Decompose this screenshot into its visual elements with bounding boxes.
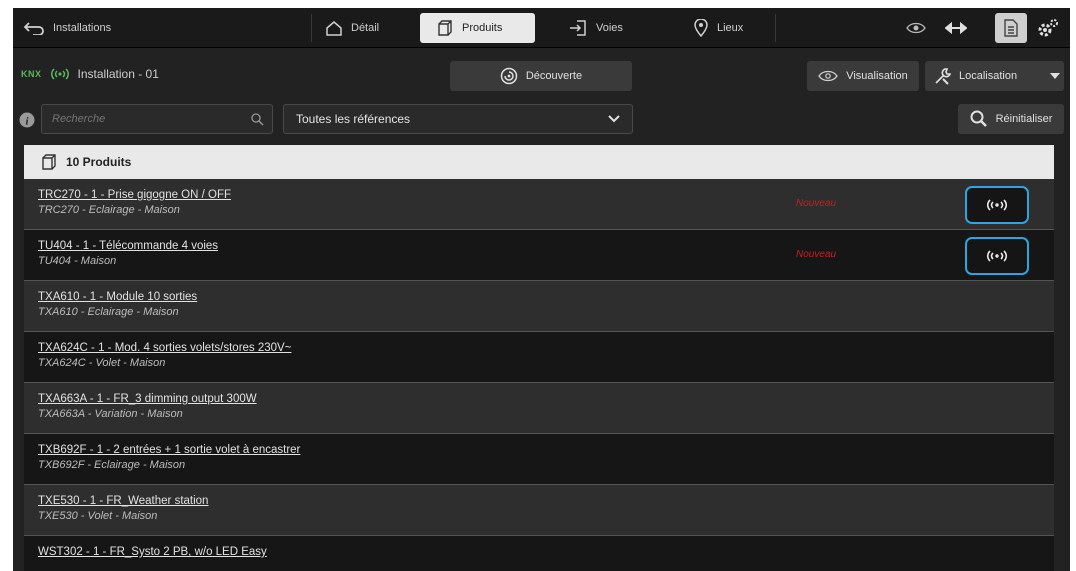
- tab-lieux-label: Lieux: [717, 22, 744, 34]
- localisation-dropdown[interactable]: Localisation: [925, 61, 1064, 91]
- product-subtitle: TXA624C - Volet - Maison: [38, 357, 166, 369]
- visibility-toggle-button[interactable]: [906, 13, 926, 43]
- tools-icon: [935, 68, 951, 85]
- reference-select-value: Toutes les références: [296, 112, 411, 126]
- rf-pair-button[interactable]: [965, 237, 1029, 275]
- discovery-icon: [500, 67, 518, 85]
- list-item[interactable]: WST302 - 1 - FR_Systo 2 PB, w/o LED Easy: [24, 536, 1054, 571]
- product-subtitle: TXE530 - Volet - Maison: [38, 510, 158, 522]
- product-list: TRC270 - 1 - Prise gigogne ON / OFF TRC27…: [24, 179, 1054, 571]
- product-title-link[interactable]: TXA624C - 1 - Mod. 4 sorties volets/stor…: [38, 342, 1040, 354]
- chevron-down-icon: [608, 115, 620, 123]
- divider: [775, 14, 776, 42]
- tab-produits[interactable]: Produits: [420, 13, 535, 43]
- eye-icon: [906, 22, 926, 34]
- box-icon: [42, 154, 56, 170]
- tab-detail-label: Détail: [351, 22, 380, 34]
- list-item[interactable]: TXA663A - 1 - FR_3 dimming output 300W TX…: [24, 383, 1054, 434]
- back-label: Installations: [53, 22, 112, 34]
- radio-signal-icon: [986, 250, 1008, 262]
- document-icon: [1004, 19, 1018, 37]
- list-item[interactable]: TRC270 - 1 - Prise gigogne ON / OFF TRC27…: [24, 179, 1054, 230]
- product-title-link[interactable]: TU404 - 1 - Télécommande 4 voies: [38, 240, 1040, 252]
- exit-icon: [570, 20, 586, 36]
- search-input[interactable]: [42, 105, 242, 133]
- installation-header: KNX Installation - 01 Découverte Visuali…: [13, 49, 1070, 102]
- search-icon[interactable]: [251, 113, 264, 126]
- divider: [311, 14, 312, 42]
- tab-voies[interactable]: Voies: [568, 13, 623, 43]
- product-subtitle: TU404 - Maison: [38, 255, 117, 267]
- tab-produits-label: Produits: [462, 22, 503, 34]
- new-badge: Nouveau: [796, 198, 837, 209]
- top-toolbar: Installations Détail Produits Voies Lieu…: [13, 8, 1070, 48]
- box-icon: [438, 20, 452, 36]
- list-item[interactable]: TXB692F - 1 - 2 entrées + 1 sortie volet…: [24, 434, 1054, 485]
- tab-voies-label: Voies: [596, 22, 623, 34]
- product-subtitle: TRC270 - Eclairage - Maison: [38, 204, 180, 216]
- visualisation-button[interactable]: Visualisation: [807, 61, 919, 91]
- home-icon: [326, 21, 342, 36]
- eye-icon: [818, 70, 839, 82]
- tab-detail[interactable]: Détail: [325, 13, 379, 43]
- location-pin-icon: [694, 19, 708, 37]
- discovery-button[interactable]: Découverte: [450, 61, 632, 91]
- visualisation-label: Visualisation: [846, 70, 908, 82]
- search-icon: [970, 110, 987, 127]
- info-icon[interactable]: i: [19, 112, 35, 128]
- new-badge: Nouveau: [796, 249, 837, 260]
- product-title-link[interactable]: TXA663A - 1 - FR_3 dimming output 300W: [38, 393, 1040, 405]
- back-to-installations-button[interactable]: Installations: [23, 13, 111, 43]
- discovery-label: Découverte: [525, 70, 583, 82]
- swap-arrows-icon: [945, 22, 967, 34]
- tab-lieux[interactable]: Lieux: [693, 13, 743, 43]
- reference-select[interactable]: Toutes les références: [283, 104, 633, 134]
- product-title-link[interactable]: TXA610 - 1 - Module 10 sorties: [38, 291, 1040, 303]
- search-box: [41, 104, 273, 134]
- product-title-link[interactable]: TXB692F - 1 - 2 entrées + 1 sortie volet…: [38, 444, 1040, 456]
- installation-info: KNX Installation - 01: [21, 67, 159, 81]
- product-title-link[interactable]: TXE530 - 1 - FR_Weather station: [38, 495, 1040, 507]
- caret-down-icon: [1050, 73, 1060, 79]
- product-count: 10 Produits: [66, 155, 132, 169]
- radio-signal-icon: [986, 199, 1008, 211]
- radio-signal-icon: [50, 68, 69, 80]
- list-item[interactable]: TXA624C - 1 - Mod. 4 sorties volets/stor…: [24, 332, 1054, 383]
- knx-logo: KNX: [21, 69, 42, 79]
- product-title-link[interactable]: TRC270 - 1 - Prise gigogne ON / OFF: [38, 189, 1040, 201]
- installation-name: Installation - 01: [77, 67, 159, 81]
- list-item[interactable]: TXA610 - 1 - Module 10 sorties TXA610 - E…: [24, 281, 1054, 332]
- settings-gears-icon: [1038, 19, 1058, 37]
- list-item[interactable]: TXE530 - 1 - FR_Weather station TXE530 - …: [24, 485, 1054, 536]
- filter-bar: i Toutes les références Réinitialiser: [13, 102, 1070, 142]
- app-window: Installations Détail Produits Voies Lieu…: [13, 8, 1070, 571]
- product-subtitle: TXB692F - Eclairage - Maison: [38, 459, 186, 471]
- product-subtitle: TXA610 - Eclairage - Maison: [38, 306, 179, 318]
- product-title-link[interactable]: WST302 - 1 - FR_Systo 2 PB, w/o LED Easy: [38, 546, 1040, 558]
- reset-button[interactable]: Réinitialiser: [958, 104, 1064, 134]
- localisation-label: Localisation: [959, 70, 1018, 82]
- back-arrow-icon: [23, 22, 44, 35]
- settings-button[interactable]: [1037, 13, 1059, 43]
- product-subtitle: TXA663A - Variation - Maison: [38, 408, 183, 420]
- rf-pair-button[interactable]: [965, 186, 1029, 224]
- swap-button[interactable]: [945, 13, 967, 43]
- list-item[interactable]: TU404 - 1 - Télécommande 4 voies TU404 - …: [24, 230, 1054, 281]
- reset-label: Réinitialiser: [995, 113, 1053, 125]
- product-list-header: 10 Produits: [24, 145, 1054, 179]
- document-button[interactable]: [995, 13, 1027, 43]
